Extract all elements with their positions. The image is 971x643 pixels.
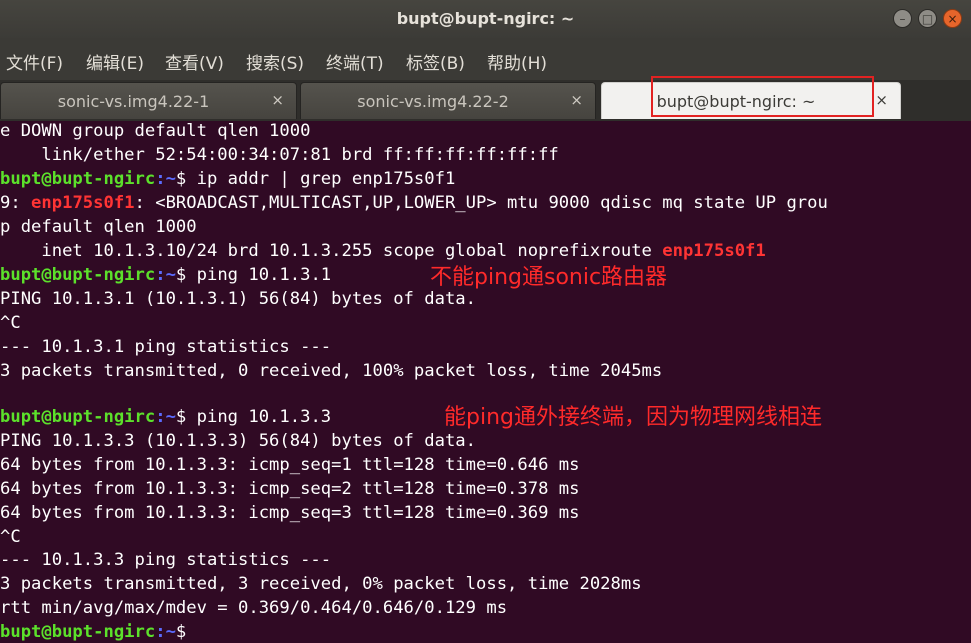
- prompt-path: :~: [155, 622, 176, 642]
- line-text: : <BROADCAST,MULTICAST,UP,LOWER_UP> mtu …: [134, 193, 828, 213]
- prompt-user: bupt@bupt-ngirc: [0, 265, 156, 285]
- menu-tabs[interactable]: 标签(B): [406, 49, 465, 74]
- prompt-symbol: $: [175, 265, 187, 285]
- line-text: inet 10.1.3.10/24 brd 10.1.3.255 scope g…: [0, 241, 663, 261]
- terminal-line: bupt@bupt-ngirc:~$ ip addr | grep enp175…: [0, 169, 455, 193]
- terminal-line: 64 bytes from 10.1.3.3: icmp_seq=1 ttl=1…: [0, 455, 580, 475]
- command-text: ping 10.1.3.3: [186, 407, 332, 427]
- terminal-line: 64 bytes from 10.1.3.3: icmp_seq=2 ttl=1…: [0, 479, 580, 499]
- prompt-user: bupt@bupt-ngirc: [0, 407, 156, 427]
- prompt-symbol: $: [175, 622, 187, 642]
- tab-close-icon[interactable]: ×: [570, 91, 583, 109]
- terminal-line: bupt@bupt-ngirc:~$ ping 10.1.3.1: [0, 265, 331, 289]
- tab-label: sonic-vs.img4.22-2: [357, 92, 509, 111]
- line-text: 9:: [0, 193, 32, 213]
- terminal-line: 3 packets transmitted, 0 received, 100% …: [0, 361, 663, 381]
- terminal-output[interactable]: e DOWN group default qlen 1000 link/ethe…: [0, 121, 971, 643]
- terminal-line: e DOWN group default qlen 1000: [0, 121, 311, 141]
- terminal-line: link/ether 52:54:00:34:07:81 brd ff:ff:f…: [0, 145, 559, 165]
- terminal-line: ^C: [0, 527, 21, 547]
- tab-sonic-vs-2[interactable]: sonic-vs.img4.22-2 ×: [300, 82, 596, 119]
- prompt-path: :~: [155, 265, 176, 285]
- prompt-user: bupt@bupt-ngirc: [0, 622, 156, 642]
- menu-edit[interactable]: 编辑(E): [86, 49, 144, 74]
- terminal-line: p default qlen 1000: [0, 217, 197, 237]
- prompt-symbol: $: [175, 407, 187, 427]
- command-text: ip addr | grep enp175s0f1: [186, 169, 456, 189]
- tab-close-icon[interactable]: ×: [875, 91, 888, 109]
- terminal-line: bupt@bupt-ngirc:~$ ping 10.1.3.3: [0, 407, 331, 431]
- interface-name: enp175s0f1: [31, 193, 135, 213]
- close-window-button[interactable]: ×: [943, 9, 962, 28]
- maximize-button[interactable]: □: [918, 9, 937, 28]
- prompt-path: :~: [155, 169, 176, 189]
- terminal-line: PING 10.1.3.3 (10.1.3.3) 56(84) bytes of…: [0, 431, 476, 451]
- tab-label: sonic-vs.img4.22-1: [57, 92, 210, 111]
- minimize-button[interactable]: –: [893, 9, 912, 28]
- terminal-line: 9: enp175s0f1: <BROADCAST,MULTICAST,UP,L…: [0, 193, 828, 217]
- menu-search[interactable]: 搜索(S): [246, 49, 304, 74]
- terminal-line: rtt min/avg/max/mdev = 0.369/0.464/0.646…: [0, 598, 508, 618]
- tab-close-icon[interactable]: ×: [271, 91, 284, 109]
- tab-highlight-box: [651, 76, 874, 117]
- terminal-line: --- 10.1.3.1 ping statistics ---: [0, 337, 332, 357]
- terminal-line: ^C: [0, 313, 21, 333]
- window-titlebar[interactable]: bupt@bupt-ngirc: ~ – □ ×: [0, 0, 971, 38]
- menu-help[interactable]: 帮助(H): [487, 49, 547, 74]
- menu-view[interactable]: 查看(V): [165, 49, 224, 74]
- window-title: bupt@bupt-ngirc: ~: [396, 9, 575, 28]
- prompt-user: bupt@bupt-ngirc: [0, 169, 156, 189]
- menu-bar: 文件(F) 编辑(E) 查看(V) 搜索(S) 终端(T) 标签(B) 帮助(H…: [0, 38, 971, 80]
- tab-sonic-vs-1[interactable]: sonic-vs.img4.22-1 ×: [0, 82, 297, 119]
- annotation-no-ping-sonic: 不能ping通sonic路由器: [430, 265, 668, 290]
- menu-file[interactable]: 文件(F): [6, 49, 63, 74]
- terminal-line: --- 10.1.3.3 ping statistics ---: [0, 550, 332, 570]
- interface-name: enp175s0f1: [662, 241, 766, 261]
- terminal-line: bupt@bupt-ngirc:~$: [0, 622, 186, 643]
- prompt-path: :~: [155, 407, 176, 427]
- annotation-ping-external: 能ping通外接终端，因为物理网线相连: [444, 405, 822, 430]
- menu-terminal[interactable]: 终端(T): [326, 49, 384, 74]
- terminal-line: PING 10.1.3.1 (10.1.3.1) 56(84) bytes of…: [0, 289, 476, 309]
- prompt-symbol: $: [175, 169, 187, 189]
- terminal-line: 3 packets transmitted, 3 received, 0% pa…: [0, 574, 642, 594]
- command-text: ping 10.1.3.1: [186, 265, 332, 285]
- terminal-line: 64 bytes from 10.1.3.3: icmp_seq=3 ttl=1…: [0, 503, 580, 523]
